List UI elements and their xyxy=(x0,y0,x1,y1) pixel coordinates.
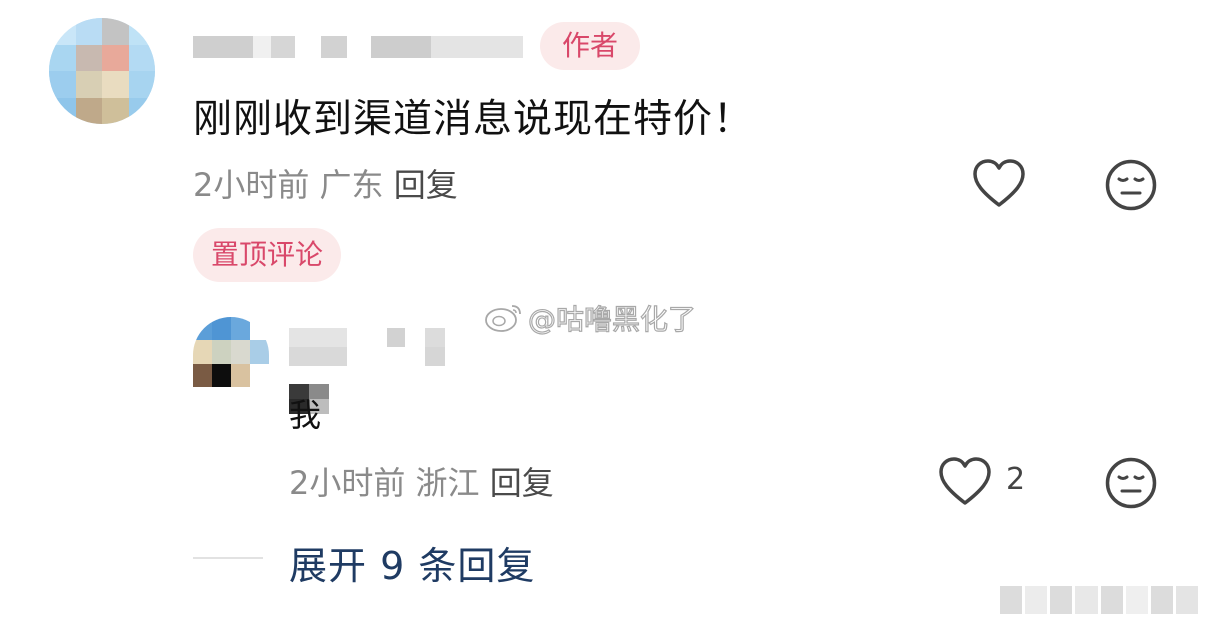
comment-thread: 作者 刚刚收到渠道消息说现在特价！ 2小时前 广东 回复 置顶评论 @咕噜黑化了 xyxy=(0,0,1206,628)
reply-meta: 2小时前 浙江 回复 xyxy=(289,458,554,504)
reply-location: 浙江 xyxy=(415,464,480,502)
reply-text: 我 xyxy=(289,396,322,434)
reply-avatar-mosaic xyxy=(193,317,269,387)
like-count: 2 xyxy=(1006,462,1026,497)
comment-location: 广东 xyxy=(319,166,384,204)
comment-time: 2小时前 xyxy=(193,166,310,204)
reply-username-mosaic[interactable] xyxy=(289,328,445,366)
neutral-face-icon[interactable] xyxy=(1104,158,1158,212)
username-mosaic[interactable] xyxy=(193,36,523,58)
heart-outline-icon[interactable] xyxy=(938,456,992,508)
avatar[interactable] xyxy=(49,18,155,124)
reply-reply-button[interactable]: 回复 xyxy=(490,464,554,502)
author-badge: 作者 xyxy=(540,22,641,70)
comment-meta: 2小时前 广东 回复 xyxy=(193,160,458,206)
pinned-badge: 置顶评论 xyxy=(193,228,342,282)
heart-outline-icon[interactable] xyxy=(972,158,1026,210)
reply-avatar[interactable] xyxy=(193,317,269,387)
comment-text: 刚刚收到渠道消息说现在特价！ xyxy=(193,97,754,142)
divider xyxy=(193,557,263,559)
reply-time: 2小时前 xyxy=(289,464,406,502)
bottom-mosaic xyxy=(1000,586,1198,614)
avatar-mosaic xyxy=(49,18,155,124)
neutral-face-icon[interactable] xyxy=(1104,456,1158,510)
reply-button[interactable]: 回复 xyxy=(394,166,458,204)
weibo-logo-icon xyxy=(485,305,521,332)
watermark-text: @咕噜黑化了 xyxy=(527,302,697,336)
expand-replies-link[interactable]: 展开 9 条回复 xyxy=(289,535,535,590)
